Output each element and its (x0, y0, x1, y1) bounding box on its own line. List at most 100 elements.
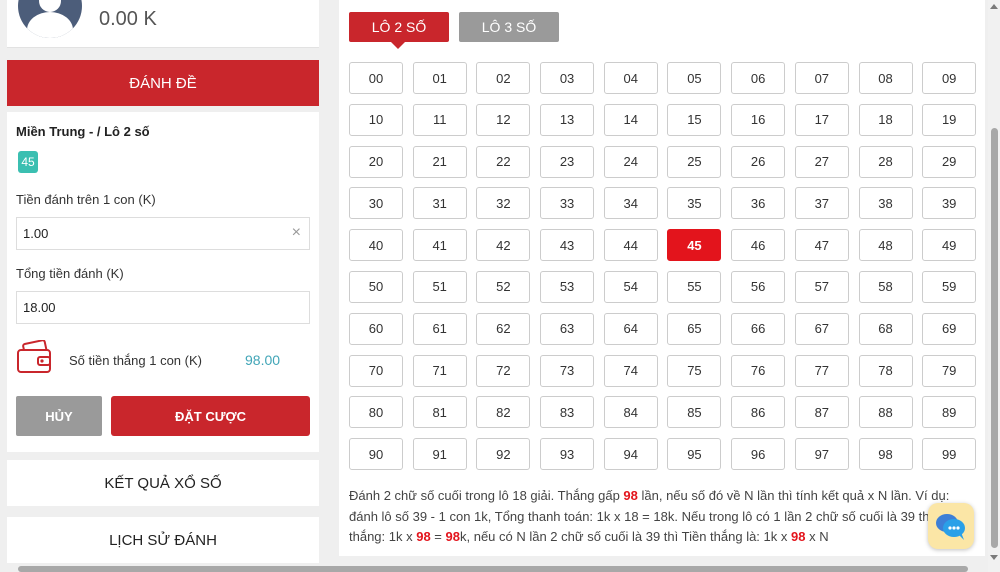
number-cell-24[interactable]: 24 (603, 145, 658, 178)
number-cell-16[interactable]: 16 (731, 103, 786, 136)
number-cell-70[interactable]: 70 (349, 354, 403, 387)
number-cell-62[interactable]: 62 (476, 312, 531, 345)
number-cell-02[interactable]: 02 (476, 62, 531, 94)
clear-icon[interactable]: × (292, 224, 301, 242)
number-cell-92[interactable]: 92 (476, 438, 531, 471)
number-cell-46[interactable]: 46 (731, 229, 786, 262)
number-cell-22[interactable]: 22 (476, 145, 531, 178)
number-cell-00[interactable]: 00 (349, 62, 403, 94)
number-cell-87[interactable]: 87 (794, 396, 849, 429)
number-cell-47[interactable]: 47 (794, 229, 849, 262)
number-cell-43[interactable]: 43 (540, 229, 595, 262)
horizontal-scroll-thumb[interactable] (18, 566, 968, 572)
number-cell-95[interactable]: 95 (667, 438, 722, 471)
number-cell-55[interactable]: 55 (667, 270, 722, 303)
number-cell-19[interactable]: 19 (922, 103, 977, 136)
selected-number-chip[interactable]: 45 (18, 151, 38, 173)
number-cell-25[interactable]: 25 (667, 145, 722, 178)
number-cell-65[interactable]: 65 (667, 312, 722, 345)
number-cell-68[interactable]: 68 (858, 312, 913, 345)
number-cell-57[interactable]: 57 (794, 270, 849, 303)
number-cell-18[interactable]: 18 (858, 103, 913, 136)
number-cell-06[interactable]: 06 (731, 62, 786, 94)
number-cell-77[interactable]: 77 (794, 354, 849, 387)
number-cell-36[interactable]: 36 (731, 187, 786, 220)
number-cell-84[interactable]: 84 (603, 396, 658, 429)
number-cell-63[interactable]: 63 (540, 312, 595, 345)
number-cell-13[interactable]: 13 (540, 103, 595, 136)
number-cell-21[interactable]: 21 (412, 145, 467, 178)
number-cell-64[interactable]: 64 (603, 312, 658, 345)
number-cell-12[interactable]: 12 (476, 103, 531, 136)
number-cell-28[interactable]: 28 (858, 145, 913, 178)
number-cell-37[interactable]: 37 (794, 187, 849, 220)
number-cell-20[interactable]: 20 (349, 145, 403, 178)
number-cell-29[interactable]: 29 (922, 145, 977, 178)
scroll-down-icon[interactable] (990, 555, 998, 560)
number-cell-98[interactable]: 98 (858, 438, 913, 471)
number-cell-56[interactable]: 56 (731, 270, 786, 303)
number-cell-05[interactable]: 05 (667, 62, 722, 94)
number-cell-14[interactable]: 14 (603, 103, 658, 136)
number-cell-26[interactable]: 26 (731, 145, 786, 178)
number-cell-59[interactable]: 59 (922, 270, 977, 303)
vertical-scroll-thumb[interactable] (991, 128, 998, 548)
number-cell-72[interactable]: 72 (476, 354, 531, 387)
number-cell-30[interactable]: 30 (349, 187, 403, 220)
number-cell-10[interactable]: 10 (349, 103, 403, 136)
number-cell-15[interactable]: 15 (667, 103, 722, 136)
history-link[interactable]: LỊCH SỬ ĐÁNH (7, 517, 319, 563)
number-cell-76[interactable]: 76 (731, 354, 786, 387)
number-cell-71[interactable]: 71 (412, 354, 467, 387)
number-cell-01[interactable]: 01 (412, 62, 467, 94)
cancel-button[interactable]: HỦY (16, 396, 102, 436)
number-cell-07[interactable]: 07 (794, 62, 849, 94)
number-cell-74[interactable]: 74 (603, 354, 658, 387)
number-cell-04[interactable]: 04 (603, 62, 658, 94)
user-avatar-icon[interactable] (18, 0, 82, 38)
number-cell-51[interactable]: 51 (412, 270, 467, 303)
tab-lo-2-so[interactable]: LÔ 2 SỐ (349, 12, 449, 49)
number-cell-79[interactable]: 79 (922, 354, 977, 387)
number-cell-17[interactable]: 17 (794, 103, 849, 136)
number-cell-99[interactable]: 99 (922, 438, 977, 471)
number-cell-78[interactable]: 78 (858, 354, 913, 387)
number-cell-44[interactable]: 44 (603, 229, 658, 262)
number-cell-82[interactable]: 82 (476, 396, 531, 429)
chat-bubble-icon[interactable] (928, 503, 974, 549)
number-cell-86[interactable]: 86 (731, 396, 786, 429)
number-cell-38[interactable]: 38 (858, 187, 913, 220)
number-cell-41[interactable]: 41 (412, 229, 467, 262)
number-cell-85[interactable]: 85 (667, 396, 722, 429)
number-cell-42[interactable]: 42 (476, 229, 531, 262)
number-cell-83[interactable]: 83 (540, 396, 595, 429)
number-cell-61[interactable]: 61 (412, 312, 467, 345)
number-cell-67[interactable]: 67 (794, 312, 849, 345)
danh-de-button[interactable]: ĐÁNH ĐỀ (7, 60, 319, 106)
number-cell-81[interactable]: 81 (412, 396, 467, 429)
number-cell-96[interactable]: 96 (731, 438, 786, 471)
number-cell-53[interactable]: 53 (540, 270, 595, 303)
number-cell-23[interactable]: 23 (540, 145, 595, 178)
number-cell-35[interactable]: 35 (667, 187, 722, 220)
number-cell-52[interactable]: 52 (476, 270, 531, 303)
number-cell-88[interactable]: 88 (858, 396, 913, 429)
number-cell-97[interactable]: 97 (794, 438, 849, 471)
number-cell-69[interactable]: 69 (922, 312, 977, 345)
number-cell-11[interactable]: 11 (412, 103, 467, 136)
number-cell-73[interactable]: 73 (540, 354, 595, 387)
number-cell-33[interactable]: 33 (540, 187, 595, 220)
number-cell-94[interactable]: 94 (603, 438, 658, 471)
scroll-up-icon[interactable] (990, 4, 998, 9)
number-cell-09[interactable]: 09 (922, 62, 977, 94)
amount-field[interactable]: 1.00 × (16, 217, 310, 250)
number-cell-58[interactable]: 58 (858, 270, 913, 303)
number-cell-48[interactable]: 48 (858, 229, 913, 262)
number-cell-66[interactable]: 66 (731, 312, 786, 345)
number-cell-27[interactable]: 27 (794, 145, 849, 178)
number-cell-90[interactable]: 90 (349, 438, 403, 471)
tab-lo-3-so[interactable]: LÔ 3 SỐ (459, 12, 559, 42)
number-cell-60[interactable]: 60 (349, 312, 403, 345)
number-cell-49[interactable]: 49 (922, 229, 977, 262)
number-cell-91[interactable]: 91 (412, 438, 467, 471)
